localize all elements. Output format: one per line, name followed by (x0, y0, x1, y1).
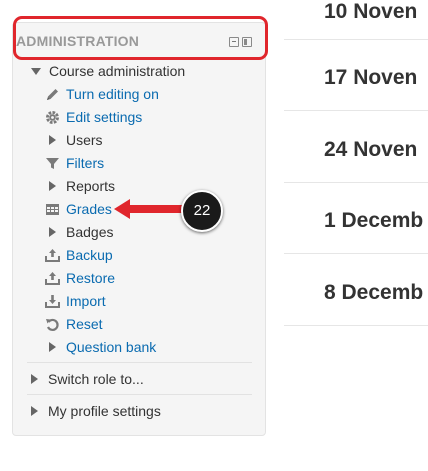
week-section: 17 Noven (284, 39, 428, 112)
menu-item-label[interactable]: Grades (66, 199, 112, 219)
divider (27, 394, 252, 395)
import-icon (45, 294, 60, 309)
menu-item-edit-settings[interactable]: Edit settings (45, 107, 142, 127)
week-date-heading: 24 Noven (324, 138, 418, 161)
week-section: 24 Noven (284, 110, 428, 183)
tree-node-badges[interactable]: Badges (49, 222, 113, 242)
tree-node-question-bank[interactable]: Question bank (49, 337, 156, 357)
collapse-triangle-icon (31, 67, 41, 75)
tree-node-switch-role[interactable]: Switch role to... (31, 369, 144, 389)
annotation-arrow (114, 199, 186, 219)
menu-item-backup[interactable]: Backup (45, 245, 113, 265)
tree-node-my-profile-settings[interactable]: My profile settings (31, 401, 161, 421)
divider (27, 362, 252, 363)
week-date-heading: 10 Noven (324, 0, 418, 23)
gear-icon (45, 110, 60, 125)
tree-node-label: Badges (66, 224, 114, 240)
expand-triangle-icon (31, 374, 38, 384)
tree-node-label[interactable]: Question bank (66, 337, 156, 357)
tree-node-label: Users (66, 132, 103, 148)
menu-item-label[interactable]: Reset (66, 314, 103, 334)
expand-triangle-icon (49, 227, 56, 237)
menu-item-filters[interactable]: Filters (45, 153, 104, 173)
menu-item-label[interactable]: Edit settings (66, 107, 142, 127)
expand-triangle-icon (49, 181, 56, 191)
tree-node-label: Switch role to... (48, 371, 144, 387)
menu-item-grades[interactable]: Grades (45, 199, 112, 219)
week-date-heading: 17 Noven (324, 66, 418, 89)
expand-triangle-icon (49, 342, 56, 352)
week-section: 10 Noven (284, 0, 428, 40)
step-number-badge: 22 (181, 190, 223, 232)
reset-icon (45, 317, 60, 332)
filter-icon (45, 156, 60, 171)
grades-table-icon (45, 202, 60, 217)
menu-item-reset[interactable]: Reset (45, 314, 103, 334)
tree-node-label: Course administration (49, 63, 186, 79)
menu-item-label[interactable]: Turn editing on (66, 84, 159, 104)
menu-item-import[interactable]: Import (45, 291, 106, 311)
tree-node-label: Reports (66, 178, 116, 194)
menu-item-label[interactable]: Restore (66, 268, 115, 288)
week-section: 8 Decemb (284, 253, 428, 326)
week-date-heading: 8 Decemb (324, 281, 424, 304)
expand-triangle-icon (31, 406, 38, 416)
week-section: 1 Decemb (284, 182, 428, 255)
menu-item-turn-editing-on[interactable]: Turn editing on (45, 84, 159, 104)
menu-item-label[interactable]: Import (66, 291, 106, 311)
menu-item-label[interactable]: Backup (66, 245, 113, 265)
tree-node-users[interactable]: Users (49, 130, 103, 150)
tree-node-course-administration[interactable]: Course administration (31, 61, 185, 81)
backup-icon (45, 248, 60, 263)
restore-icon (45, 271, 60, 286)
annotation-highlight-box (13, 16, 268, 60)
tree-node-label: My profile settings (48, 403, 161, 419)
expand-triangle-icon (49, 135, 56, 145)
menu-item-restore[interactable]: Restore (45, 268, 115, 288)
menu-item-label[interactable]: Filters (66, 153, 104, 173)
pencil-icon (45, 87, 60, 102)
week-date-heading: 1 Decemb (324, 209, 424, 232)
tree-node-reports[interactable]: Reports (49, 176, 115, 196)
